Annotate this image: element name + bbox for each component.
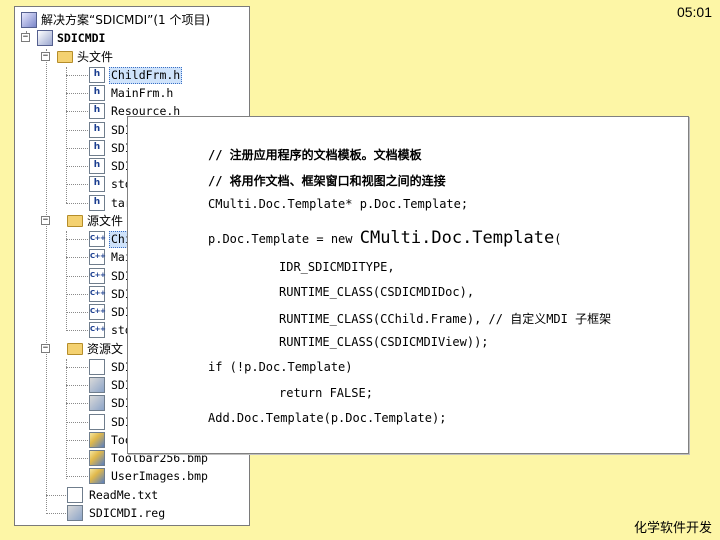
tree-guide xyxy=(66,439,88,441)
clock-time: 05:01 xyxy=(676,4,712,20)
tree-guide xyxy=(66,421,88,423)
file-label: ReadMe.txt xyxy=(89,487,159,502)
code-line: if (!p.Doc.Template) xyxy=(208,360,353,374)
solution-label: 解决方案“SDICMDI”(1 个项目) xyxy=(41,13,211,27)
folder-label: 资源文 xyxy=(87,341,124,356)
header-file-icon: h xyxy=(89,103,105,120)
tree-guide xyxy=(66,330,88,332)
tree-item-file[interactable]: SDICMDI.reg xyxy=(15,504,249,522)
cpp-file-icon: C++ xyxy=(89,231,106,247)
tree-guide xyxy=(66,257,88,259)
tree-item-headers-folder[interactable]: − 头文件 xyxy=(15,48,249,66)
tree-guide xyxy=(46,512,66,514)
tree-guide xyxy=(66,239,88,240)
collapse-toggle[interactable]: − xyxy=(41,215,50,225)
header-file-icon: h xyxy=(89,85,105,101)
tree-guide xyxy=(66,202,88,204)
footer-caption: 化学软件开发 xyxy=(633,521,712,536)
resource-image-icon xyxy=(89,395,105,412)
code-line: RUNTIME_CLASS(CChild.Frame), // 自定义MDI 子… xyxy=(279,312,612,326)
tree-item-file[interactable]: h MainFrm.h xyxy=(15,84,249,102)
text-file-icon xyxy=(67,486,83,503)
header-file-icon: h xyxy=(89,194,105,211)
collapse-toggle[interactable]: − xyxy=(41,51,50,61)
folder-icon xyxy=(57,50,73,63)
code-token: ( xyxy=(554,232,562,246)
project-label: SDICMDI xyxy=(57,31,106,46)
code-line: RUNTIME_CLASS(CSDICMDIDoc), xyxy=(279,285,475,299)
tree-guide xyxy=(66,184,88,186)
collapse-toggle[interactable]: − xyxy=(41,343,50,353)
header-file-icon: h xyxy=(89,176,105,193)
folder-label: 头文件 xyxy=(77,49,114,64)
cpp-file-icon: C++ xyxy=(89,304,106,320)
tree-guide xyxy=(66,275,88,277)
tree-guide xyxy=(66,385,88,386)
folder-label: 源文件 xyxy=(87,213,124,228)
resource-file-icon xyxy=(89,413,105,430)
tree-guide xyxy=(66,147,88,149)
code-line: return FALSE; xyxy=(279,386,373,400)
tree-item-project[interactable]: − SDICMDI xyxy=(15,29,249,47)
bitmap-file-icon xyxy=(89,450,105,466)
tree-guide xyxy=(66,74,88,76)
code-token-class: CMulti.Doc.Template xyxy=(359,228,555,248)
folder-icon xyxy=(67,342,83,355)
file-label: ChildFrm.h xyxy=(109,66,183,84)
cpp-file-icon: C++ xyxy=(89,285,106,302)
tree-guide xyxy=(66,111,88,113)
header-file-icon: h xyxy=(89,66,105,83)
tree-guide xyxy=(66,166,88,167)
collapse-toggle[interactable]: − xyxy=(21,33,30,43)
cpp-file-icon: C++ xyxy=(89,322,106,339)
code-token: p.Doc.Template = new xyxy=(208,232,360,246)
project-icon xyxy=(37,30,53,47)
tree-guide xyxy=(66,403,88,405)
code-line: CMulti.Doc.Template* p.Doc.Template; xyxy=(208,197,469,211)
bitmap-file-icon xyxy=(89,431,105,448)
tree-item-file[interactable]: h ChildFrm.h xyxy=(15,66,249,84)
tree-guide xyxy=(66,458,88,459)
tree-item-solution[interactable]: 解决方案“SDICMDI”(1 个项目) xyxy=(15,11,249,29)
resource-file-icon xyxy=(89,358,105,375)
solution-icon xyxy=(21,12,37,28)
file-label: MainFrm.h xyxy=(111,86,174,100)
tree-guide xyxy=(66,312,88,313)
tree-item-file[interactable]: UserImages.bmp xyxy=(15,467,249,485)
header-file-icon: h xyxy=(89,139,105,156)
registry-file-icon xyxy=(67,504,83,521)
header-file-icon: h xyxy=(89,158,105,174)
code-line-assign: p.Doc.Template = new CMulti.Doc.Template… xyxy=(208,228,561,248)
cpp-file-icon: C++ xyxy=(89,267,106,284)
tree-guide xyxy=(66,366,88,368)
tree-guide xyxy=(66,93,88,94)
file-label: SDICMDI.reg xyxy=(89,505,166,520)
tree-guide xyxy=(66,293,88,295)
code-line: Add.Doc.Template(p.Doc.Template); xyxy=(208,411,447,425)
bitmap-file-icon xyxy=(89,468,105,485)
code-line: RUNTIME_CLASS(CSDICMDIView)); xyxy=(279,335,489,349)
folder-icon xyxy=(67,214,83,227)
code-comment: // 将用作文档、框架窗口和视图之间的连接 xyxy=(208,174,446,188)
code-snippet-panel: // 注册应用程序的文档模板。文档模板 // 将用作文档、框架窗口和视图之间的连… xyxy=(127,116,689,454)
header-file-icon: h xyxy=(89,121,105,138)
cpp-file-icon: C++ xyxy=(89,249,106,266)
file-label: UserImages.bmp xyxy=(111,469,208,484)
tree-item-file[interactable]: ReadMe.txt xyxy=(15,486,249,504)
code-line: IDR_SDICMDITYPE, xyxy=(279,260,395,274)
tree-guide xyxy=(66,129,88,131)
tree-guide xyxy=(46,494,66,496)
resource-image-icon xyxy=(89,377,105,393)
code-comment: // 注册应用程序的文档模板。文档模板 xyxy=(208,148,422,162)
tree-guide xyxy=(66,476,88,478)
